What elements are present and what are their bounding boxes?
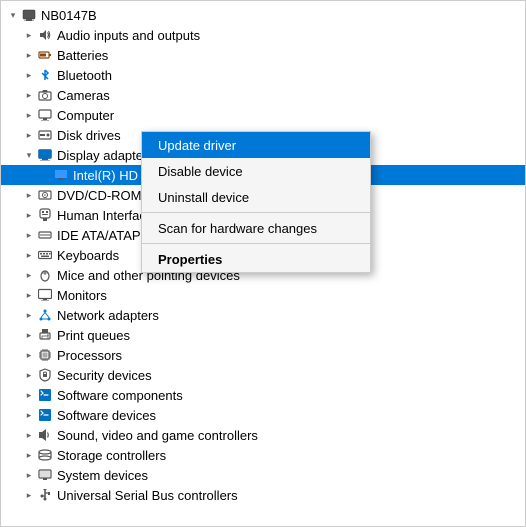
tree-item-computer[interactable]: Computer (1, 105, 525, 125)
device-icon-system (37, 467, 53, 483)
tree-item-label-softwarecomp: Software components (57, 388, 525, 403)
device-icon-storage (37, 447, 53, 463)
tree-item-softwaredev[interactable]: Software devices (1, 405, 525, 425)
expand-icon-batteries[interactable] (21, 47, 37, 63)
expand-icon-storage[interactable] (21, 447, 37, 463)
device-icon-mice (37, 267, 53, 283)
tree-item-root[interactable]: NB0147B (1, 5, 525, 25)
device-icon-ide (37, 227, 53, 243)
device-icon-dvd (37, 187, 53, 203)
tree-item-label-system: System devices (57, 468, 525, 483)
expand-icon-keyboards[interactable] (21, 247, 37, 263)
expand-icon-monitors[interactable] (21, 287, 37, 303)
tree-item-processors[interactable]: Processors (1, 345, 525, 365)
tree-item-system[interactable]: System devices (1, 465, 525, 485)
device-icon-keyboards (37, 247, 53, 263)
expand-icon-display[interactable] (21, 147, 37, 163)
device-icon-display (37, 147, 53, 163)
expand-icon-computer[interactable] (21, 107, 37, 123)
device-icon-softwaredev (37, 407, 53, 423)
tree-item-label-storage: Storage controllers (57, 448, 525, 463)
device-icon-monitors (37, 287, 53, 303)
tree-item-label-root: NB0147B (41, 8, 525, 23)
menu-item-properties[interactable]: Properties (142, 246, 370, 272)
tree-item-storage[interactable]: Storage controllers (1, 445, 525, 465)
device-icon-processors (37, 347, 53, 363)
tree-item-softwarecomp[interactable]: Software components (1, 385, 525, 405)
expand-icon-softwarecomp[interactable] (21, 387, 37, 403)
tree-item-label-bluetooth: Bluetooth (57, 68, 525, 83)
expand-icon-security[interactable] (21, 367, 37, 383)
tree-item-monitors[interactable]: Monitors (1, 285, 525, 305)
tree-item-audio[interactable]: Audio inputs and outputs (1, 25, 525, 45)
device-icon-audio (37, 27, 53, 43)
menu-item-scan[interactable]: Scan for hardware changes (142, 215, 370, 241)
device-icon-usb (37, 487, 53, 503)
device-icon-security (37, 367, 53, 383)
expand-icon-bluetooth[interactable] (21, 67, 37, 83)
device-icon-computer (37, 107, 53, 123)
tree-item-label-sound: Sound, video and game controllers (57, 428, 525, 443)
expand-icon-print[interactable] (21, 327, 37, 343)
device-icon-softwarecomp (37, 387, 53, 403)
expand-icon-sound[interactable] (21, 427, 37, 443)
device-icon-human (37, 207, 53, 223)
tree-item-label-cameras: Cameras (57, 88, 525, 103)
tree-item-label-batteries: Batteries (57, 48, 525, 63)
tree-item-label-security: Security devices (57, 368, 525, 383)
tree-item-label-processors: Processors (57, 348, 525, 363)
menu-separator-sep1 (142, 212, 370, 213)
expand-icon-cameras[interactable] (21, 87, 37, 103)
menu-item-uninstall[interactable]: Uninstall device (142, 184, 370, 210)
device-icon-network (37, 307, 53, 323)
tree-item-label-audio: Audio inputs and outputs (57, 28, 525, 43)
device-icon-root (21, 7, 37, 23)
expand-icon-root[interactable] (5, 7, 21, 23)
context-menu: Update driverDisable deviceUninstall dev… (141, 131, 371, 273)
tree-item-label-print: Print queues (57, 328, 525, 343)
tree-item-print[interactable]: Print queues (1, 325, 525, 345)
device-manager-window: NB0147B Audio inputs and outputs Batteries… (0, 0, 526, 527)
menu-item-update[interactable]: Update driver (142, 132, 370, 158)
tree-item-bluetooth[interactable]: Bluetooth (1, 65, 525, 85)
menu-separator-sep2 (142, 243, 370, 244)
device-icon-cameras (37, 87, 53, 103)
device-icon-bluetooth (37, 67, 53, 83)
tree-item-sound[interactable]: Sound, video and game controllers (1, 425, 525, 445)
expand-icon-usb[interactable] (21, 487, 37, 503)
tree-item-label-usb: Universal Serial Bus controllers (57, 488, 525, 503)
device-icon-intel (53, 167, 69, 183)
tree-item-label-monitors: Monitors (57, 288, 525, 303)
expand-icon-dvd[interactable] (21, 187, 37, 203)
tree-item-usb[interactable]: Universal Serial Bus controllers (1, 485, 525, 505)
tree-item-security[interactable]: Security devices (1, 365, 525, 385)
device-icon-print (37, 327, 53, 343)
expand-icon-network[interactable] (21, 307, 37, 323)
menu-item-disable[interactable]: Disable device (142, 158, 370, 184)
tree-item-label-computer: Computer (57, 108, 525, 123)
expand-icon-processors[interactable] (21, 347, 37, 363)
expand-icon-mice[interactable] (21, 267, 37, 283)
expand-icon-softwaredev[interactable] (21, 407, 37, 423)
expand-icon-system[interactable] (21, 467, 37, 483)
tree-item-cameras[interactable]: Cameras (1, 85, 525, 105)
tree-item-network[interactable]: Network adapters (1, 305, 525, 325)
device-icon-disk (37, 127, 53, 143)
tree-item-label-softwaredev: Software devices (57, 408, 525, 423)
expand-icon-disk[interactable] (21, 127, 37, 143)
device-icon-sound (37, 427, 53, 443)
expand-icon-ide[interactable] (21, 227, 37, 243)
expand-icon-audio[interactable] (21, 27, 37, 43)
tree-item-batteries[interactable]: Batteries (1, 45, 525, 65)
device-icon-batteries (37, 47, 53, 63)
tree-item-label-network: Network adapters (57, 308, 525, 323)
expand-icon-human[interactable] (21, 207, 37, 223)
